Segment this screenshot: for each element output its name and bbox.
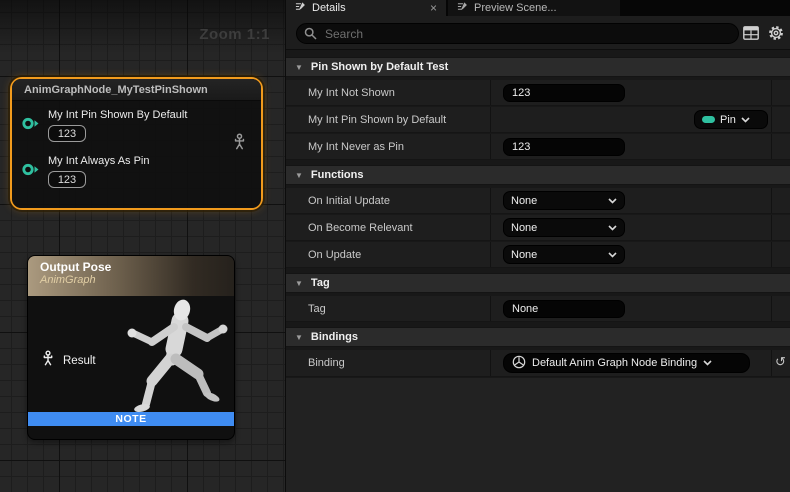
anim-graph-canvas[interactable]: Zoom 1:1 AnimGraphNode_MyTestPinShown (0, 0, 285, 492)
tab-label: Details (312, 2, 346, 14)
tab-details[interactable]: Details × (286, 0, 446, 16)
collapse-arrow-icon: ▼ (295, 333, 303, 342)
zoom-level-label: Zoom 1:1 (199, 26, 270, 43)
property-label: My Int Not Shown (286, 80, 491, 105)
int-value-input[interactable] (503, 84, 625, 102)
collapse-arrow-icon: ▼ (295, 63, 303, 72)
property-row-binding: Binding Default Anim Graph Node Binding (286, 350, 790, 377)
tab-label: Preview Scene... (474, 2, 557, 14)
pin-value-input[interactable] (48, 171, 86, 188)
pin-label: My Int Pin Shown By Default (48, 109, 261, 122)
node-title: Output Pose (40, 260, 222, 274)
chevron-down-icon (608, 249, 617, 261)
property-label: Tag (286, 296, 491, 321)
node-output-pose[interactable]: Output Pose AnimGraph (27, 255, 235, 440)
pin-row-my-int-pin-shown-by-default: My Int Pin Shown By Default (12, 109, 261, 142)
tab-close-icon[interactable]: × (430, 2, 437, 14)
node-header[interactable]: AnimGraphNode_MyTestPinShown (12, 79, 261, 101)
preview-scene-tab-icon (457, 1, 468, 15)
property-label: On Initial Update (286, 188, 491, 213)
chevron-down-icon (608, 195, 617, 207)
collapse-arrow-icon: ▼ (295, 279, 303, 288)
pin-value-input[interactable] (48, 125, 86, 142)
chevron-down-icon (741, 114, 750, 126)
node-subtitle: AnimGraph (40, 274, 222, 286)
node-body: AnimGraphNode_MyTestPinShown My Int Pin … (12, 79, 261, 208)
section-header-bindings[interactable]: ▼ Bindings (286, 327, 790, 347)
function-select-dropdown[interactable]: None (503, 191, 625, 210)
display-filter-table-icon[interactable] (743, 26, 759, 45)
function-select-dropdown[interactable]: None (503, 245, 625, 264)
property-label: On Become Relevant (286, 215, 491, 240)
binding-dropdown[interactable]: Default Anim Graph Node Binding (503, 353, 750, 373)
panel-tab-bar: Details × Preview Scene... (286, 0, 790, 16)
reset-to-default-icon[interactable]: ↺ (775, 355, 786, 368)
search-row (286, 16, 790, 50)
node-body: Result NOTE (28, 296, 234, 426)
chevron-down-icon (703, 357, 712, 369)
node-title: AnimGraphNode_MyTestPinShown (24, 84, 208, 96)
search-input[interactable] (296, 23, 739, 44)
int-value-input[interactable] (503, 138, 625, 156)
property-row-tag: Tag (286, 296, 790, 322)
tab-preview-scene[interactable]: Preview Scene... (448, 0, 620, 16)
pin-visibility-pushpin-icon[interactable] (231, 133, 248, 156)
binding-class-icon (512, 355, 526, 372)
int-pin-icon[interactable] (21, 162, 40, 181)
property-label: My Int Pin Shown by Default (286, 107, 491, 132)
pin-label: My Int Always As Pin (48, 155, 261, 168)
pin-row-my-int-always-as-pin: My Int Always As Pin (12, 155, 261, 188)
property-label: On Update (286, 242, 491, 267)
node-animgraphnode-mytestpinshown[interactable]: AnimGraphNode_MyTestPinShown My Int Pin … (10, 77, 263, 210)
collapse-arrow-icon: ▼ (295, 171, 303, 180)
property-row-my-int-pin-shown-by-default: My Int Pin Shown by Default Pin (286, 107, 790, 133)
result-pose-pin[interactable]: Result (40, 350, 96, 372)
unreal-editor-screen: Zoom 1:1 AnimGraphNode_MyTestPinShown (0, 0, 790, 492)
result-pin-label: Result (63, 355, 96, 367)
property-row-on-initial-update: On Initial Update None (286, 188, 790, 214)
int-pin-icon[interactable] (21, 116, 40, 135)
function-select-dropdown[interactable]: None (503, 218, 625, 237)
note-label: NOTE (115, 413, 146, 425)
property-row-on-update: On Update None (286, 242, 790, 268)
details-tab-icon (295, 1, 306, 15)
chevron-down-icon (608, 222, 617, 234)
note-banner[interactable]: NOTE (28, 412, 234, 426)
pin-capsule-icon (702, 116, 715, 123)
property-label: Binding (286, 350, 491, 376)
pin-mode-dropdown[interactable]: Pin (694, 110, 768, 129)
section-header-pin-shown-by-default-test[interactable]: ▼ Pin Shown by Default Test (286, 57, 790, 77)
node-header[interactable]: Output Pose AnimGraph (28, 256, 234, 296)
property-row-my-int-not-shown: My Int Not Shown (286, 80, 790, 106)
settings-gear-icon[interactable] (768, 25, 784, 46)
section-header-tag[interactable]: ▼ Tag (286, 273, 790, 293)
pose-person-pin-icon (40, 350, 56, 372)
details-panel: Details × Preview Scene... (285, 0, 790, 492)
tag-input[interactable] (503, 300, 625, 318)
property-label: My Int Never as Pin (286, 134, 491, 159)
property-row-on-become-relevant: On Become Relevant None (286, 215, 790, 241)
mannequin-illustration (104, 299, 234, 422)
property-row-my-int-never-as-pin: My Int Never as Pin (286, 134, 790, 160)
section-header-functions[interactable]: ▼ Functions (286, 165, 790, 185)
